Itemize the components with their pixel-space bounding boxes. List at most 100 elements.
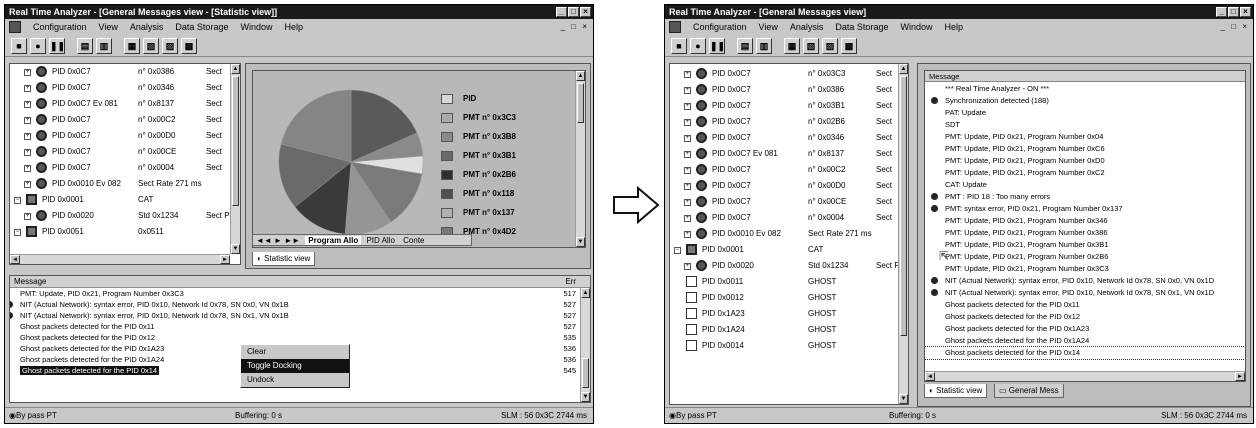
message-row[interactable]: Ghost packets detected for the PID 0x1A2… — [925, 323, 1245, 335]
message-row[interactable]: Ghost packets detected for the PID 0x11 5… — [10, 321, 580, 332]
chart-icon[interactable]: ▨ — [162, 38, 178, 54]
tab-program-allo[interactable]: Program Allo — [305, 236, 362, 245]
close-button[interactable]: × — [1240, 7, 1251, 17]
app-icon[interactable] — [669, 21, 681, 33]
tree-row[interactable]: + PID 0x0C7 n° 0x00C2 Sect — [10, 112, 230, 128]
tree-row[interactable]: + PID 0x0010 Ev 082 Sect Rate 271 ms — [670, 226, 898, 242]
message-row[interactable]: Ghost packets detected for the PID 0x14 — [925, 346, 1245, 360]
expand-icon[interactable]: − — [14, 229, 21, 236]
grid-icon[interactable]: ▦ — [784, 38, 800, 54]
tree-row[interactable]: + PID 0x0C7 n° 0x00CE Sect — [670, 194, 898, 210]
menu-window[interactable]: Window — [900, 19, 932, 35]
message-row[interactable]: PMT: Update, PID 0x21, Program Number 0x… — [925, 143, 1245, 155]
view2-icon[interactable]: ▥ — [756, 38, 772, 54]
tree-row[interactable]: + PID 0x0C7 n° 0x0346 Sect — [670, 130, 898, 146]
tree-row[interactable]: + PID 0x0C7 Ev 081 n° 0x8137 Sect — [10, 96, 230, 112]
expand-icon[interactable]: + — [684, 151, 691, 158]
message-row[interactable]: PMT: Update, PID 0x21, Program Number 0x… — [925, 239, 1245, 251]
menu-help[interactable]: Help — [284, 19, 303, 35]
tree-row[interactable]: PID 0x1A23 GHOST — [670, 306, 898, 322]
ctx-undock[interactable]: Undock — [241, 373, 349, 387]
expand-icon[interactable]: + — [684, 135, 691, 142]
expand-icon[interactable]: + — [684, 71, 691, 78]
view2-icon[interactable]: ▥ — [96, 38, 112, 54]
tree-row[interactable]: + PID 0x0C7 n° 0x0004 Sect — [670, 210, 898, 226]
message-row[interactable]: PAT: Update — [925, 107, 1245, 119]
tree-row[interactable]: + PID 0x0C7 n° 0x00CE Sect — [10, 144, 230, 160]
tree-row[interactable]: + PID 0x0C7 n° 0x03B1 Sect — [670, 98, 898, 114]
expand-icon[interactable]: + — [684, 215, 691, 222]
maximize-button[interactable]: □ — [568, 7, 579, 17]
message-row[interactable]: Ghost packets detected for the PID 0x1A2… — [925, 335, 1245, 347]
tree-row[interactable]: + PID 0x0020 Std 0x1234 Sect PI — [10, 208, 232, 224]
tree-row[interactable]: − PID 0x0051 0x0511 — [10, 224, 230, 240]
message-row[interactable]: Ghost packets detected for the PID 0x12 5… — [10, 332, 580, 343]
message-row[interactable]: Synchronization detected (188) — [925, 95, 1245, 107]
expand-icon[interactable]: + — [24, 117, 31, 124]
message-row[interactable]: Ghost packets detected for the PID 0x12 — [925, 311, 1245, 323]
message-row[interactable]: NIT (Actual Network): syntax error, PID … — [10, 299, 580, 310]
ctx-clear[interactable]: Clear — [241, 345, 349, 359]
expand-icon[interactable]: + — [24, 181, 31, 188]
message-row[interactable]: *** Real Time Analyzer - ON *** — [925, 83, 1245, 95]
tab-nav-arrows[interactable]: ◄◄ ► ►► — [253, 236, 303, 245]
message-row[interactable]: PMT: Update, PID 0x21, Program Number 0x… — [925, 167, 1245, 179]
menu-window[interactable]: Window — [240, 19, 272, 35]
tree-row[interactable]: + PID 0x0C7 n° 0x0346 Sect — [10, 80, 230, 96]
tree-row[interactable]: + PID 0x0C7 n° 0x00D0 Sect — [10, 128, 230, 144]
message-row[interactable]: PMT: Update, PID 0x21, Program Number 0x… — [10, 288, 580, 299]
maximize-button[interactable]: □ — [1228, 7, 1239, 17]
expand-icon[interactable]: + — [684, 183, 691, 190]
expand-icon[interactable]: + — [24, 101, 31, 108]
menu-help[interactable]: Help — [944, 19, 963, 35]
tree-row[interactable]: − PID 0x0001 CAT — [670, 242, 898, 258]
tree-row[interactable]: + PID 0x0C7 Ev 081 n° 0x8137 Sect — [670, 146, 898, 162]
close-button[interactable]: × — [580, 7, 591, 17]
tree-row[interactable]: + PID 0x0C7 n° 0x02B6 Sect — [670, 114, 898, 130]
expand-icon[interactable]: − — [14, 197, 21, 204]
ctx-toggle-docking[interactable]: Toggle Docking — [241, 359, 349, 373]
message-row[interactable]: NIT (Actual Network): syntax error, PID … — [925, 287, 1245, 299]
message-row[interactable]: Ghost packets detected for the PID 0x11 — [925, 299, 1245, 311]
tree-row[interactable]: + PID 0x0C7 n° 0x0386 Sect — [10, 64, 230, 80]
expand-icon[interactable]: + — [684, 87, 691, 94]
tree-row[interactable]: PID 0x0014 GHOST — [670, 338, 898, 354]
message-hscroll[interactable]: ◄ ► — [925, 371, 1245, 381]
tree-row[interactable]: + PID 0x0C7 n° 0x03C3 Sect — [670, 66, 898, 82]
menu-view[interactable]: View — [759, 19, 778, 35]
message-row[interactable]: PMT: Update, PID 0x21, Program Number 0x… — [925, 155, 1245, 167]
message-row[interactable]: PMT : PID 18 : Too many errors — [925, 191, 1245, 203]
message-row[interactable]: PMT: Update, PID 0x21, Program Number 0x… — [925, 215, 1245, 227]
message-row[interactable]: NIT (Actual Network): syntax error, PID … — [10, 310, 580, 321]
mdi-controls[interactable]: _ □ × — [1221, 22, 1249, 31]
expand-icon[interactable]: + — [24, 69, 31, 76]
tree-row[interactable]: − PID 0x0001 CAT — [10, 192, 230, 208]
tree-row[interactable]: + PID 0x0020 Std 0x1234 Sect PI — [670, 258, 902, 274]
menu-analysis[interactable]: Analysis — [130, 19, 164, 35]
expand-icon[interactable]: − — [674, 247, 681, 254]
menu-data-storage[interactable]: Data Storage — [175, 19, 228, 35]
menu-configuration[interactable]: Configuration — [693, 19, 747, 35]
expand-icon[interactable]: + — [684, 103, 691, 110]
tab-statistic-view[interactable]: ◐ Statistic view — [924, 384, 988, 398]
stop-icon[interactable]: ■ — [11, 38, 27, 54]
pie-vscroll[interactable]: ▲ ▼ — [575, 71, 585, 247]
message-vscroll[interactable]: ▲ ▼ — [580, 288, 590, 402]
tree-row[interactable]: PID 0x1A24 GHOST — [670, 322, 898, 338]
view1-icon[interactable]: ▤ — [737, 38, 753, 54]
menu-configuration[interactable]: Configuration — [33, 19, 87, 35]
message-row[interactable]: PMT: Update, PID 0x21, Program Number 0x… — [925, 251, 1245, 263]
view1-icon[interactable]: ▤ — [77, 38, 93, 54]
expand-icon[interactable]: + — [24, 85, 31, 92]
expand-icon[interactable]: + — [684, 231, 691, 238]
expand-icon[interactable]: + — [24, 165, 31, 172]
tree-row[interactable]: PID 0x0012 GHOST — [670, 290, 898, 306]
tab-statistic-view[interactable]: ◐ Statistic view — [252, 252, 316, 266]
menu-data-storage[interactable]: Data Storage — [835, 19, 888, 35]
tree-row[interactable]: + PID 0x0C7 n° 0x00D0 Sect — [670, 178, 898, 194]
tab-pid-allo[interactable]: PID Allo — [363, 236, 397, 245]
tree-row[interactable]: + PID 0x0C7 n° 0x0004 Sect — [10, 160, 230, 176]
menu-view[interactable]: View — [99, 19, 118, 35]
tab-conte[interactable]: Conte — [400, 236, 427, 245]
tree-vscroll[interactable]: ▲ ▼ — [230, 64, 240, 254]
